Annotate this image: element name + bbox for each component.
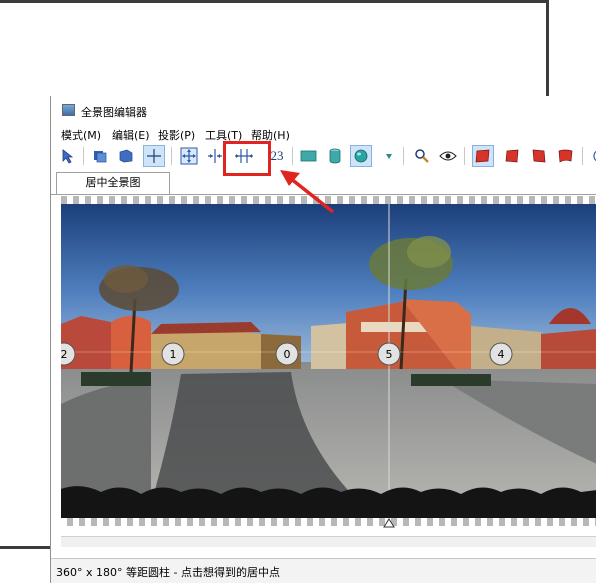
marker-label: 5 <box>386 348 393 361</box>
toolbar-separator <box>403 147 404 165</box>
panorama-viewer[interactable]: 2 1 0 5 4 <box>61 196 596 528</box>
toolbar: 23 <box>51 142 596 170</box>
select-tool-button[interactable] <box>57 145 79 167</box>
layers-icon <box>119 149 133 163</box>
panorama-image[interactable]: 2 1 0 5 4 <box>61 204 596 518</box>
red-flag-button-1[interactable] <box>472 145 494 167</box>
menu-mode[interactable]: 模式(M) <box>61 127 101 143</box>
overflow-button[interactable] <box>586 145 596 167</box>
toolbar-separator <box>292 147 293 165</box>
marker-label: 1 <box>170 348 177 361</box>
layers-button[interactable] <box>115 145 137 167</box>
menu-projection[interactable]: 投影(P) <box>158 127 195 143</box>
chevron-down-icon <box>386 154 392 159</box>
tab-bar: 居中全景图 <box>51 172 596 195</box>
eye-icon <box>439 151 457 161</box>
menu-edit[interactable]: 编辑(E) <box>112 127 150 143</box>
sphere-button[interactable] <box>350 145 372 167</box>
preview-button[interactable] <box>437 145 459 167</box>
red-panel-icon <box>475 149 490 163</box>
red-flag-button-3[interactable] <box>528 145 550 167</box>
background-window-border <box>0 0 546 3</box>
red-panel-icon <box>505 149 519 163</box>
marker-5[interactable]: 5 <box>377 342 401 366</box>
horizontal-scrollbar[interactable] <box>61 536 596 547</box>
checker-border-top <box>61 196 596 204</box>
number-button-label: 23 <box>270 148 284 163</box>
marker-1[interactable]: 1 <box>161 342 185 366</box>
globe-icon <box>593 150 596 162</box>
stack-icon <box>94 151 107 163</box>
fit-button[interactable] <box>178 145 200 167</box>
center-marker-icon <box>383 518 395 528</box>
crosshair-icon <box>147 149 161 163</box>
marker-0[interactable]: 0 <box>275 342 299 366</box>
checker-border-bottom <box>61 518 596 526</box>
menu-bar: 模式(M) 编辑(E) 投影(P) 工具(T) 帮助(H) <box>51 124 596 142</box>
status-bar: 360° x 180° 等距圆柱 - 点击想得到的居中点 <box>51 558 596 583</box>
marker-label: 2 <box>61 348 68 361</box>
highlight-box <box>223 141 271 176</box>
marker-4[interactable]: 4 <box>489 342 513 366</box>
sphere-icon <box>354 149 368 163</box>
move-arrows-icon <box>180 147 198 165</box>
red-panel-icon <box>558 149 573 163</box>
toolbar-separator <box>83 147 84 165</box>
magnifier-icon <box>415 149 429 163</box>
projection-dropdown-button[interactable] <box>378 145 400 167</box>
toolbar-separator <box>171 147 172 165</box>
status-text: 360° x 180° 等距圆柱 - 点击想得到的居中点 <box>56 566 280 579</box>
marker-label: 0 <box>284 348 291 361</box>
tab-center-panorama[interactable]: 居中全景图 <box>56 172 170 194</box>
rectangle-shape-icon <box>300 150 317 162</box>
rectilinear-button[interactable] <box>298 145 320 167</box>
marker-label: 4 <box>498 348 505 361</box>
toolbar-separator <box>582 147 583 165</box>
title-bar: 全景图编辑器 <box>51 96 596 124</box>
red-panel-icon <box>532 149 546 163</box>
images-button[interactable] <box>89 145 111 167</box>
panorama-editor-window: 全景图编辑器 模式(M) 编辑(E) 投影(P) 工具(T) 帮助(H) 23 … <box>50 96 596 583</box>
red-flag-button-2[interactable] <box>501 145 523 167</box>
crosshair-tool-button[interactable] <box>143 145 165 167</box>
red-flag-button-4[interactable] <box>555 145 577 167</box>
window-title: 全景图编辑器 <box>81 106 147 119</box>
cylinder-button[interactable] <box>324 145 346 167</box>
cylinder-icon <box>329 148 341 164</box>
app-icon <box>62 104 75 116</box>
align-vertical-icon <box>208 149 222 163</box>
zoom-button[interactable] <box>411 145 433 167</box>
toolbar-separator <box>464 147 465 165</box>
cursor-icon <box>62 149 74 164</box>
